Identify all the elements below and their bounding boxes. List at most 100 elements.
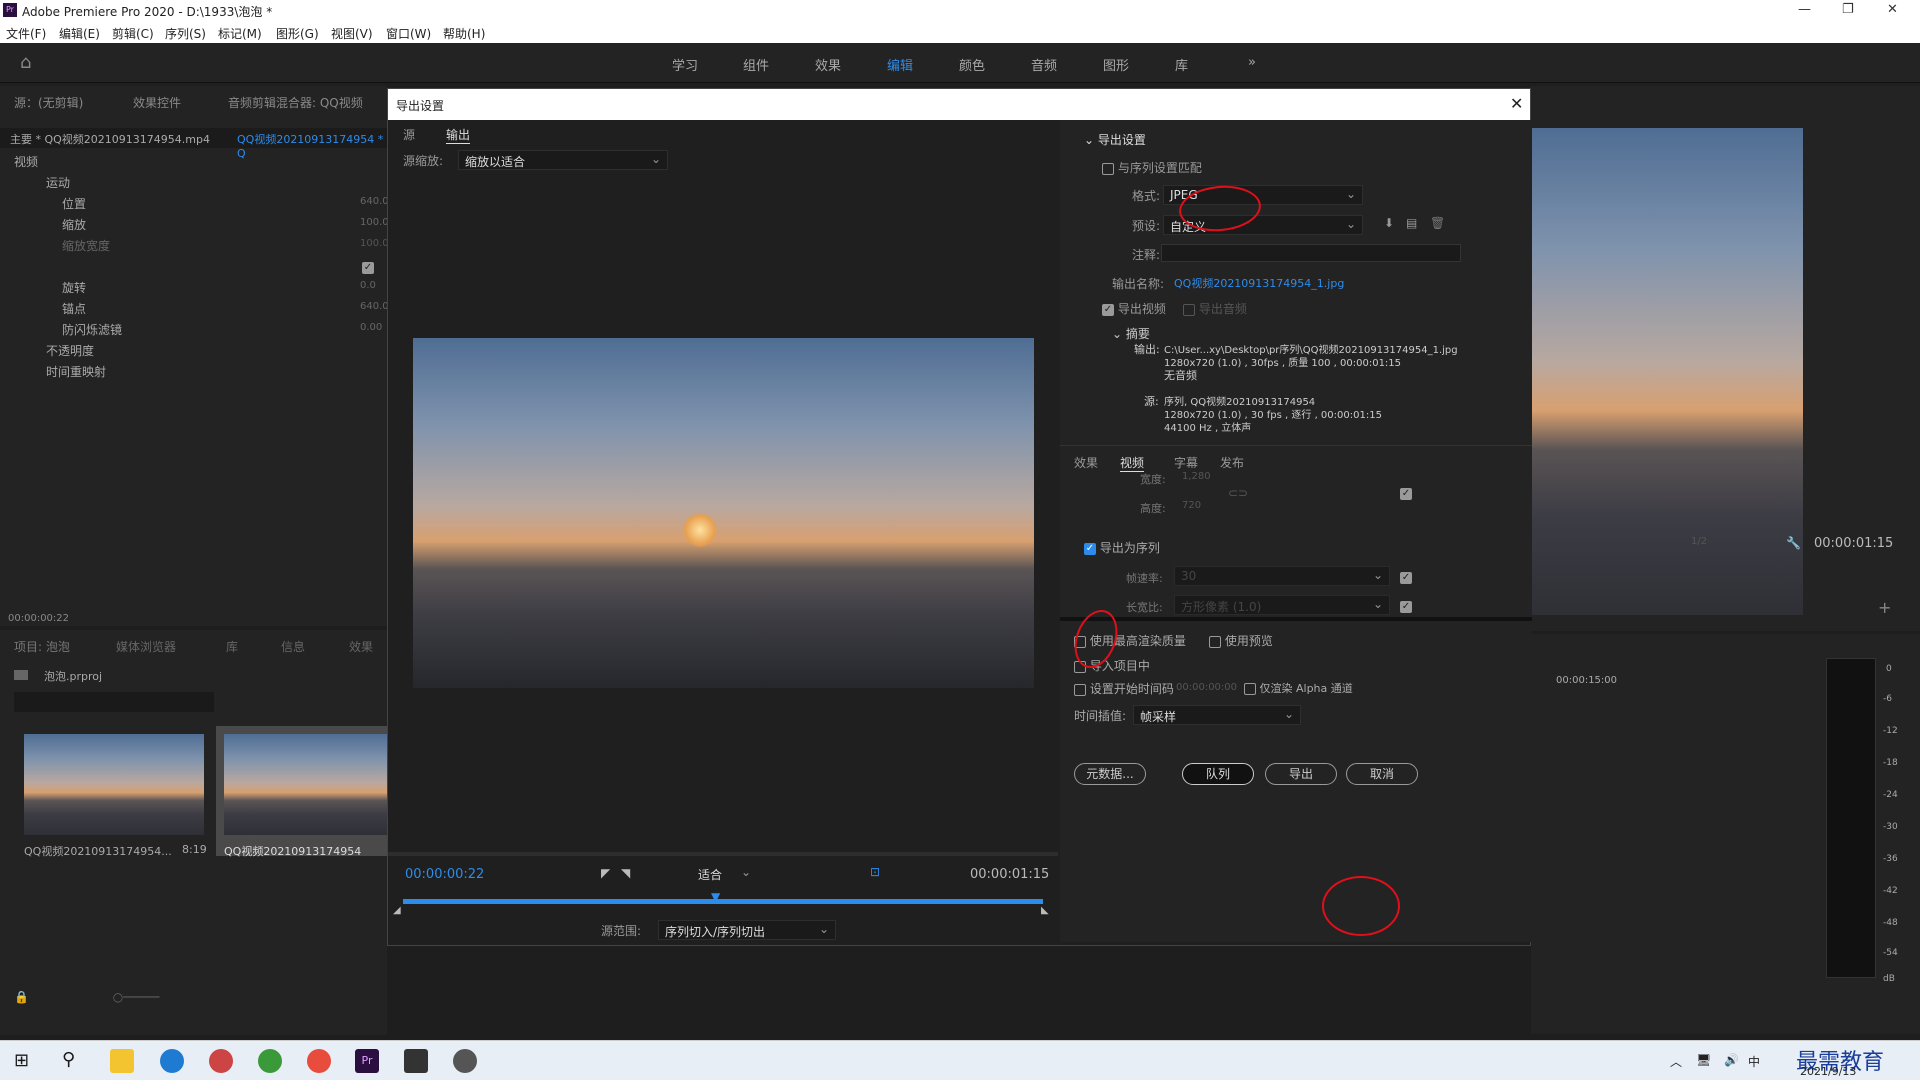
ws-effects[interactable]: 效果 [815, 55, 841, 74]
tab-info[interactable]: 信息 [281, 638, 305, 655]
ws-assembly[interactable]: 组件 [743, 55, 769, 74]
ws-more-icon[interactable]: » [1248, 55, 1256, 70]
prop-opacity[interactable]: 不透明度 [46, 342, 94, 359]
search-icon[interactable]: ⚲ [62, 1049, 75, 1070]
prop-anchor[interactable]: 锚点 [62, 300, 86, 317]
add-button-icon[interactable]: + [1878, 598, 1891, 617]
wrench-icon[interactable]: 🔧 [1786, 536, 1801, 550]
comment-input[interactable] [1161, 244, 1461, 262]
prop-position[interactable]: 位置 [62, 195, 86, 212]
browser-360-icon[interactable] [258, 1049, 282, 1073]
ws-learn[interactable]: 学习 [672, 55, 698, 74]
cancel-button[interactable]: 取消 [1346, 763, 1418, 785]
minimize-icon[interactable]: — [1798, 2, 1811, 17]
chrome-icon[interactable] [307, 1049, 331, 1073]
menu-edit[interactable]: 编辑(E) [59, 25, 100, 42]
tab-project[interactable]: 项目: 泡泡 [14, 638, 70, 655]
menu-window[interactable]: 窗口(W) [386, 25, 431, 42]
delete-preset-icon[interactable]: 🗑 [1430, 216, 1445, 230]
menu-help[interactable]: 帮助(H) [443, 25, 485, 42]
file-explorer-icon[interactable] [110, 1049, 134, 1073]
subtab-effects[interactable]: 效果 [1074, 454, 1098, 471]
set-start-timecode-checkbox[interactable]: 设置开始时间码 [1074, 680, 1174, 697]
frame-rate-override-checkbox[interactable]: ✓ [1400, 570, 1412, 584]
export-audio-checkbox[interactable]: 导出音频 [1183, 300, 1247, 317]
uniform-scale-checkbox[interactable]: ✓ [362, 260, 374, 274]
import-preset-icon[interactable]: ▤ [1406, 216, 1417, 230]
subtab-publish[interactable]: 发布 [1220, 454, 1244, 471]
prop-motion[interactable]: 运动 [46, 174, 70, 191]
dialog-close-icon[interactable]: ✕ [1510, 94, 1523, 113]
menu-graphics[interactable]: 图形(G) [276, 25, 319, 42]
master-clip-label[interactable]: 主要 * QQ视频20210913174954.mp4 [10, 131, 210, 147]
tab-effect-controls[interactable]: 效果控件 [133, 94, 181, 111]
use-previews-checkbox[interactable]: 使用预览 [1209, 632, 1273, 649]
lock-icon[interactable]: 🔒 [14, 990, 29, 1004]
range-end-handle[interactable]: ◣ [1041, 905, 1049, 916]
prop-time-remap[interactable]: 时间重映射 [46, 363, 106, 380]
zoom-slider[interactable]: ○───── [113, 990, 160, 1004]
anchor-value[interactable]: 640.0 [360, 301, 389, 312]
match-sequence-checkbox[interactable]: 与序列设置匹配 [1102, 159, 1202, 176]
menu-file[interactable]: 文件(F) [6, 25, 46, 42]
clip-thumbnail-1[interactable] [24, 734, 204, 835]
menu-clip[interactable]: 剪辑(C) [112, 25, 154, 42]
subtab-video[interactable]: 视频 [1120, 454, 1145, 472]
menu-sequence[interactable]: 序列(S) [165, 25, 206, 42]
link-dimensions-icon[interactable]: ⊂⊃ [1228, 486, 1248, 500]
anti-flicker-value[interactable]: 0.00 [360, 322, 382, 333]
ws-graphics[interactable]: 图形 [1103, 55, 1129, 74]
ws-audio[interactable]: 音频 [1031, 55, 1057, 74]
aspect-select[interactable]: 方形像素 (1.0) ⌄ [1174, 595, 1390, 615]
start-timecode-value[interactable]: 00:00:00:00 [1176, 682, 1237, 693]
edge-icon[interactable] [160, 1049, 184, 1073]
volume-icon[interactable]: 🔊 [1724, 1053, 1739, 1067]
tab-source[interactable]: 源：(无剪辑) [14, 94, 83, 111]
metadata-button[interactable]: 元数据... [1074, 763, 1146, 785]
photos-icon[interactable] [404, 1049, 428, 1073]
source-range-select[interactable]: 序列切入/序列切出 ⌄ [658, 920, 836, 940]
sequence-clip-label[interactable]: QQ视频20210913174954 * Q [237, 131, 387, 160]
scale-value[interactable]: 100.0 [360, 217, 389, 228]
ws-libraries[interactable]: 库 [1175, 55, 1188, 74]
height-value[interactable]: 720 [1182, 500, 1201, 511]
snipping-tool-icon[interactable] [209, 1049, 233, 1073]
zoom-fit-select[interactable]: 适合 ⌄ [692, 864, 757, 884]
app-taskbar-icon[interactable] [453, 1049, 477, 1073]
mark-out-icon[interactable]: ◥ [621, 866, 630, 880]
subtab-captions[interactable]: 字幕 [1174, 454, 1198, 471]
tab-audio-mixer[interactable]: 音频剪辑混合器: QQ视频 [228, 94, 363, 111]
ws-editing[interactable]: 编辑 [887, 55, 913, 74]
premiere-taskbar-icon[interactable]: Pr [355, 1049, 379, 1073]
export-video-checkbox[interactable]: ✓ 导出视频 [1102, 300, 1166, 317]
output-name-link[interactable]: QQ视频20210913174954_1.jpg [1174, 275, 1344, 291]
maximize-icon[interactable]: ❐ [1842, 2, 1854, 17]
tab-effects[interactable]: 效果 [349, 638, 373, 655]
prop-anti-flicker[interactable]: 防闪烁滤镜 [62, 321, 122, 338]
queue-button[interactable]: 队列 [1182, 763, 1254, 785]
menu-view[interactable]: 视图(V) [331, 25, 373, 42]
windows-start-icon[interactable]: ⊞ [14, 1050, 29, 1071]
export-as-sequence-checkbox[interactable]: ✓ 导出为序列 [1084, 539, 1160, 556]
tab-libraries[interactable]: 库 [226, 638, 238, 655]
clip-name-2[interactable]: QQ视频20210913174954 [224, 843, 361, 859]
export-range-bar[interactable] [403, 899, 1043, 904]
width-value[interactable]: 1,280 [1182, 471, 1211, 482]
tab-output-view[interactable]: 输出 [446, 126, 471, 144]
export-button[interactable]: 导出 [1265, 763, 1337, 785]
prop-scale[interactable]: 缩放 [62, 216, 86, 233]
render-alpha-only-checkbox[interactable]: 仅渲染 Alpha 通道 [1244, 680, 1353, 696]
summary-header[interactable]: ⌄ 摘要 [1112, 325, 1150, 342]
export-settings-header[interactable]: ⌄ 导出设置 [1084, 131, 1146, 148]
clip-name-1[interactable]: QQ视频20210913174954... [24, 843, 172, 859]
position-value[interactable]: 640.0 [360, 196, 389, 207]
prop-rotation[interactable]: 旋转 [62, 279, 86, 296]
aspect-toggle-icon[interactable]: ⊡ [870, 865, 880, 879]
tab-source-view[interactable]: 源 [403, 126, 415, 143]
network-icon[interactable]: 🖥 [1696, 1053, 1711, 1067]
playhead-icon[interactable]: ▼ [711, 890, 720, 904]
home-icon[interactable]: ⌂ [20, 52, 31, 73]
clip-thumbnail-2[interactable] [224, 734, 387, 835]
program-fraction[interactable]: 1/2 [1691, 536, 1707, 547]
menu-marker[interactable]: 标记(M) [218, 25, 262, 42]
